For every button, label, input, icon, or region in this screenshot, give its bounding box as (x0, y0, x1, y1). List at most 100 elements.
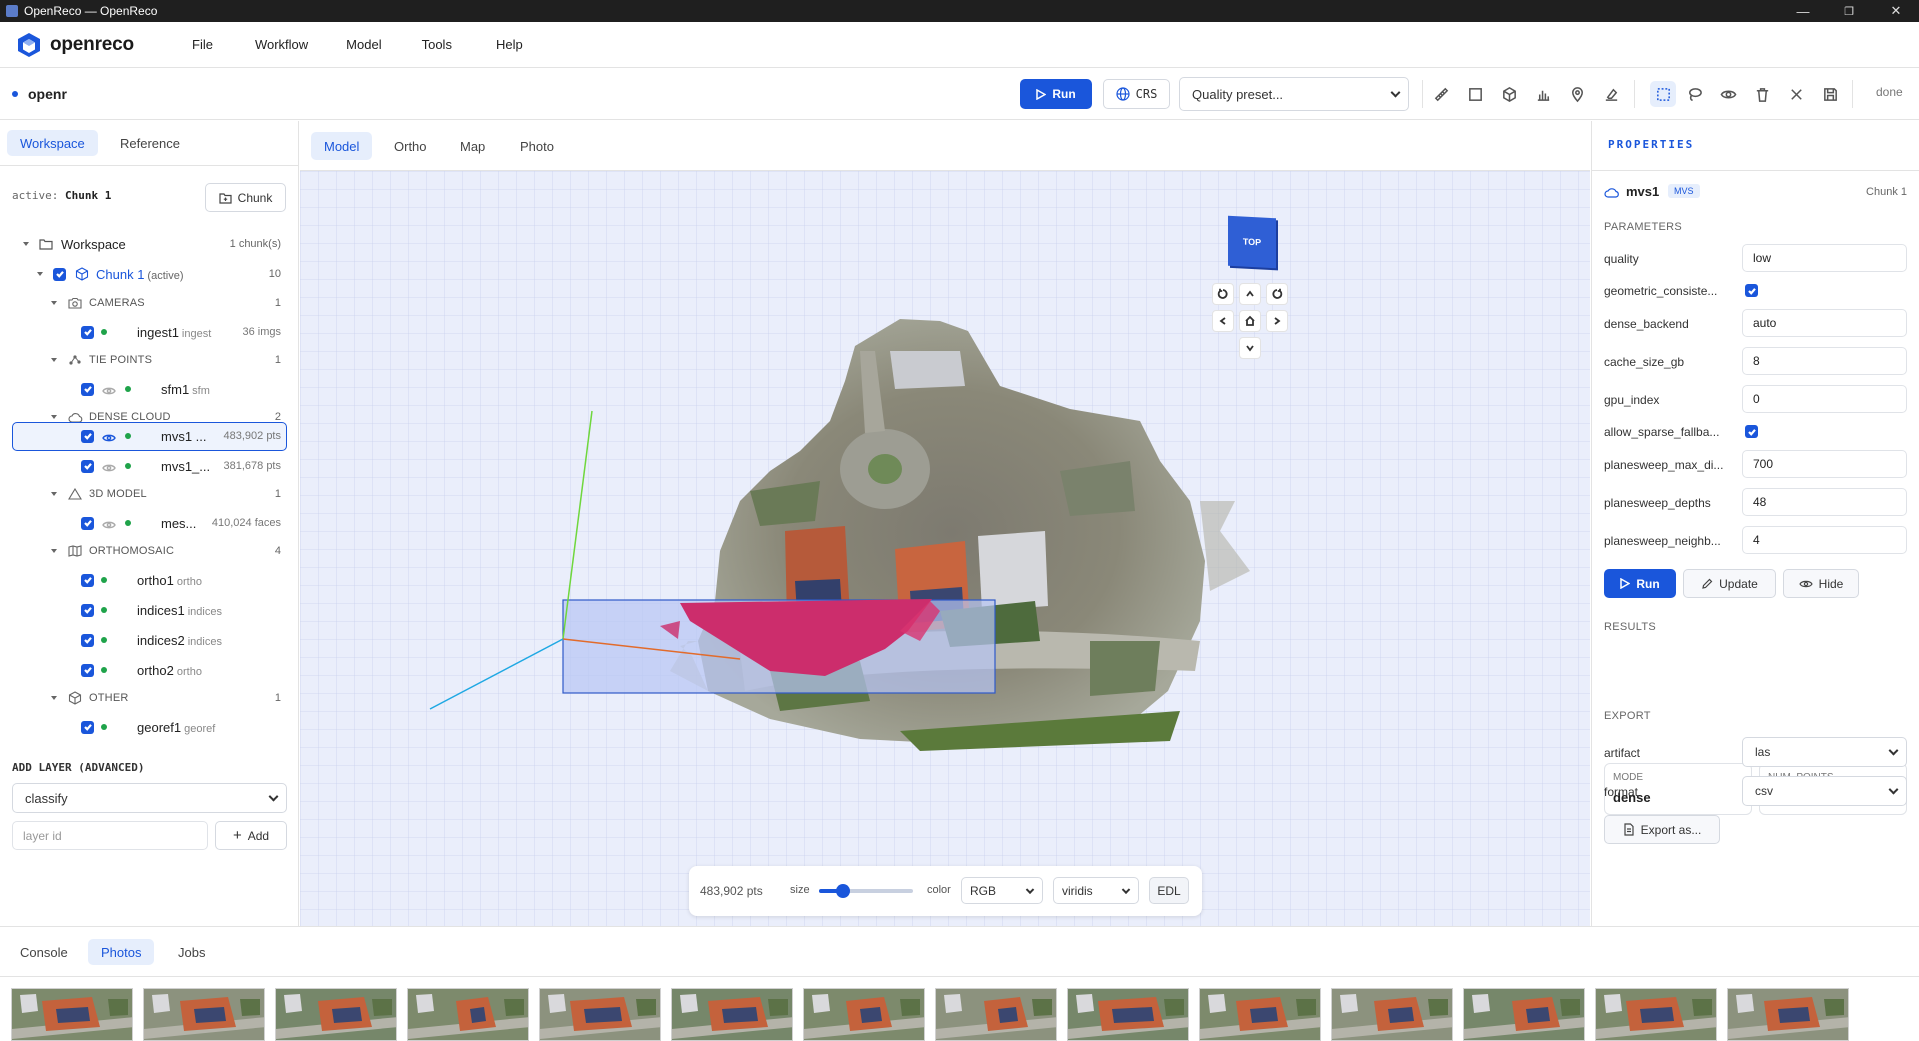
collapse-caret-icon[interactable] (51, 549, 57, 553)
pan-right-icon[interactable] (1266, 310, 1288, 332)
visibility-eye-icon[interactable] (102, 461, 116, 472)
export-as-button[interactable]: Export as... (1604, 815, 1720, 844)
run-button[interactable]: Run (1020, 79, 1092, 109)
edl-toggle-button[interactable]: EDL (1149, 877, 1189, 904)
tab-model[interactable]: Model (311, 132, 373, 160)
layer-checkbox[interactable] (81, 459, 94, 473)
layer-sfm1[interactable]: sfm1 sfm (0, 377, 299, 401)
marker-pin-icon[interactable] (1567, 84, 1587, 104)
layer-checkbox[interactable] (81, 573, 94, 587)
photo-thumbnail[interactable] (1331, 988, 1453, 1041)
photo-thumbnail[interactable] (143, 988, 265, 1041)
visibility-eye-icon[interactable] (102, 384, 116, 395)
photo-thumbnail[interactable] (1463, 988, 1585, 1041)
tab-console[interactable]: Console (7, 939, 81, 965)
visibility-eye-icon[interactable] (1718, 84, 1738, 104)
collapse-caret-icon[interactable] (37, 272, 43, 276)
quality-field[interactable]: low (1742, 244, 1907, 272)
lasso-select-icon[interactable] (1684, 84, 1704, 104)
crs-button[interactable]: CRS (1103, 79, 1170, 109)
layer-indices2[interactable]: indices2 indices (0, 628, 299, 652)
layer-checkbox[interactable] (81, 516, 94, 530)
layer-checkbox[interactable] (81, 325, 94, 339)
layer-checkbox[interactable] (81, 429, 94, 443)
menu-model[interactable]: Model (332, 37, 395, 52)
pan-down-icon[interactable] (1239, 337, 1261, 359)
menu-tools[interactable]: Tools (408, 37, 466, 52)
tab-map[interactable]: Map (447, 132, 498, 160)
collapse-caret-icon[interactable] (51, 358, 57, 362)
gpu-index-field[interactable]: 0 (1742, 385, 1907, 413)
layer-ortho1[interactable]: ortho1 ortho (0, 568, 299, 592)
format-select[interactable]: csv (1742, 776, 1907, 806)
tab-reference[interactable]: Reference (107, 130, 193, 156)
maximize-button[interactable]: ❐ (1826, 0, 1872, 22)
delete-trash-icon[interactable] (1752, 84, 1772, 104)
add-layer-button[interactable]: + Add (215, 821, 287, 850)
area-icon[interactable] (1465, 84, 1485, 104)
cache-size-field[interactable]: 8 (1742, 347, 1907, 375)
layer-type-select[interactable]: classify (12, 783, 287, 813)
planesweep-depths-field[interactable]: 48 (1742, 488, 1907, 516)
visibility-eye-icon[interactable] (102, 518, 116, 529)
menu-help[interactable]: Help (482, 37, 537, 52)
rotate-right-icon[interactable] (1266, 283, 1288, 305)
collapse-caret-icon[interactable] (51, 696, 57, 700)
allow-sparse-fallback-checkbox[interactable] (1745, 425, 1758, 438)
layer-mvs1-alt[interactable]: mvs1_... 381,678 pts (0, 454, 299, 478)
photo-thumbnail[interactable] (539, 988, 661, 1041)
planesweep-neighbors-field[interactable]: 4 (1742, 526, 1907, 554)
quality-preset-select[interactable]: Quality preset... (1179, 77, 1409, 111)
tab-photo[interactable]: Photo (507, 132, 567, 160)
colormap-select[interactable]: viridis (1053, 877, 1139, 904)
update-button[interactable]: Update (1683, 569, 1776, 598)
layer-checkbox[interactable] (81, 603, 94, 617)
hide-button[interactable]: Hide (1783, 569, 1859, 598)
layer-checkbox[interactable] (81, 663, 94, 677)
3d-viewport[interactable]: TOP (300, 171, 1590, 926)
minimize-button[interactable]: — (1780, 0, 1826, 22)
geometric-consistency-checkbox[interactable] (1745, 284, 1758, 297)
layer-id-input[interactable]: layer id (12, 821, 208, 850)
tree-workspace[interactable]: Workspace 1 chunk(s) (0, 232, 299, 256)
layer-indices1[interactable]: indices1 indices (0, 598, 299, 622)
layer-checkbox[interactable] (81, 720, 94, 734)
group-tie-points[interactable]: TIE POINTS 1 (0, 348, 299, 372)
collapse-caret-icon[interactable] (51, 492, 57, 496)
tab-photos[interactable]: Photos (88, 939, 155, 965)
tree-chunk-1[interactable]: Chunk 1 (active) 10 (0, 262, 299, 286)
dense-backend-field[interactable]: auto (1742, 309, 1907, 337)
group-3d-model[interactable]: 3D MODEL 1 (0, 482, 299, 506)
collapse-caret-icon[interactable] (51, 415, 57, 419)
rotate-left-icon[interactable] (1212, 283, 1234, 305)
layer-ingest1[interactable]: ingest1 ingest 36 imgs (0, 320, 299, 344)
tab-jobs[interactable]: Jobs (165, 939, 218, 965)
ruler-icon[interactable] (1431, 84, 1451, 104)
menu-workflow[interactable]: Workflow (241, 37, 322, 52)
eraser-icon[interactable] (1601, 84, 1621, 104)
photo-thumbnail[interactable] (11, 988, 133, 1041)
chunk-checkbox[interactable] (53, 267, 66, 281)
menu-file[interactable]: File (178, 37, 227, 52)
photo-thumbnail[interactable] (803, 988, 925, 1041)
color-mode-select[interactable]: RGB (961, 877, 1043, 904)
collapse-caret-icon[interactable] (51, 301, 57, 305)
group-other[interactable]: OTHER 1 (0, 686, 299, 710)
photo-thumbnail[interactable] (1067, 988, 1189, 1041)
visibility-eye-icon[interactable] (102, 431, 116, 442)
group-cameras[interactable]: CAMERAS 1 (0, 291, 299, 315)
planesweep-max-field[interactable]: 700 (1742, 450, 1907, 478)
photo-thumbnail[interactable] (935, 988, 1057, 1041)
layer-georef1[interactable]: georef1 georef (0, 715, 299, 739)
new-chunk-button[interactable]: Chunk (205, 183, 286, 212)
layer-checkbox[interactable] (81, 633, 94, 647)
volume-icon[interactable] (1499, 84, 1519, 104)
artifact-select[interactable]: las (1742, 737, 1907, 767)
layer-checkbox[interactable] (81, 382, 94, 396)
point-cloud-scene[interactable] (300, 171, 1590, 926)
layer-mesh[interactable]: mes... 410,024 faces (0, 511, 299, 535)
photo-thumbnail[interactable] (407, 988, 529, 1041)
close-window-button[interactable]: ✕ (1873, 0, 1919, 22)
pan-left-icon[interactable] (1212, 310, 1234, 332)
photo-thumbnail[interactable] (671, 988, 793, 1041)
